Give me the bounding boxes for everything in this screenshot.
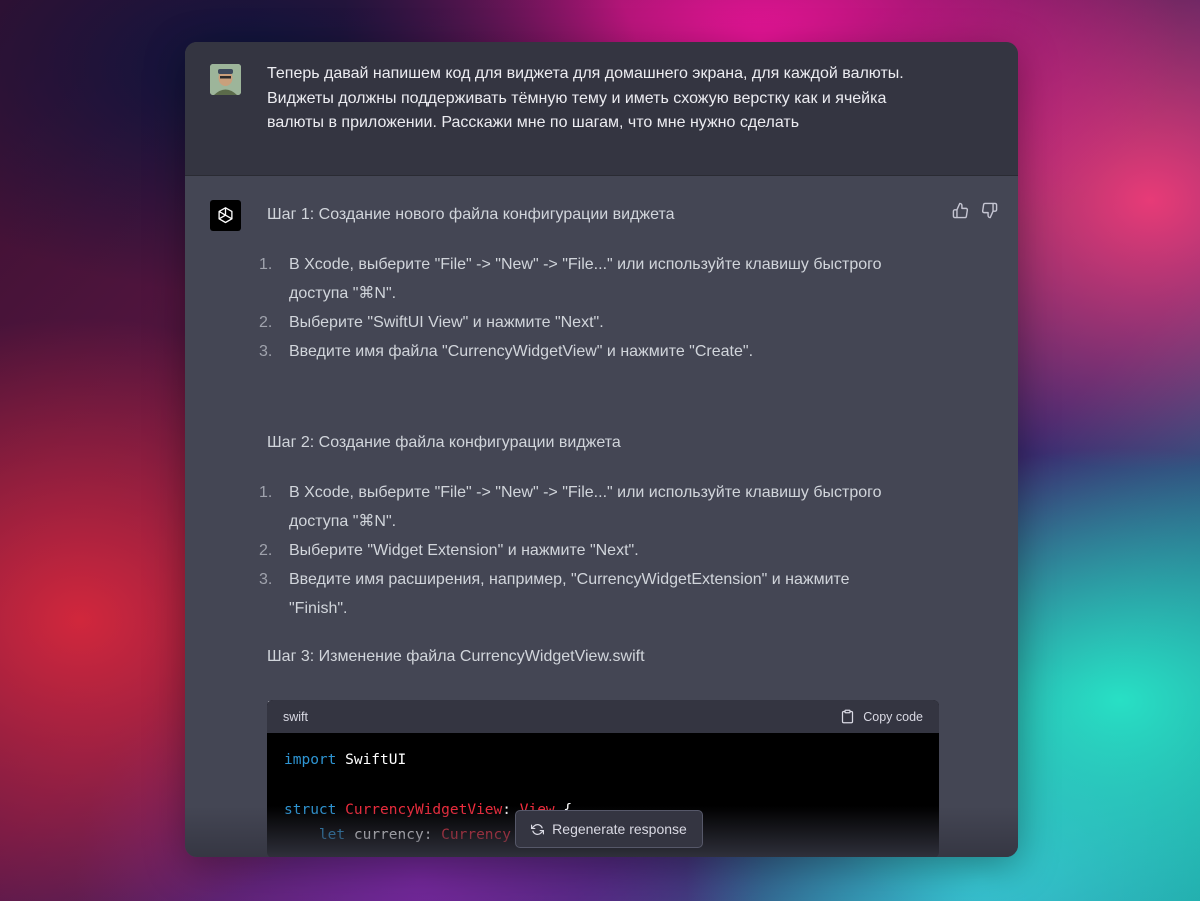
code-header: swift Copy code <box>267 700 939 733</box>
step-2-title: Шаг 2: Создание файла конфигурации видже… <box>267 434 621 451</box>
list-number: 1. <box>259 256 273 273</box>
thumbs-down-icon <box>981 202 998 219</box>
list-item-line: "Finish". <box>289 600 348 617</box>
code-language: swift <box>283 709 308 724</box>
thumbs-down-button[interactable] <box>981 202 998 219</box>
list-number: 1. <box>259 484 273 501</box>
step-1-title: Шаг 1: Создание нового файла конфигураци… <box>267 206 675 223</box>
regenerate-label: Regenerate response <box>552 821 687 837</box>
list-item-line: В Xcode, выберите "File" -> "New" -> "Fi… <box>289 256 882 273</box>
clipboard-icon <box>842 709 854 724</box>
list-item: 3. Введите имя расширения, например, "Cu… <box>255 565 935 623</box>
list-item: 2. Выберите "Widget Extension" и нажмите… <box>255 536 935 565</box>
code-token: import <box>284 752 337 768</box>
list-item: 1. В Xcode, выберите "File" -> "New" -> … <box>255 478 935 536</box>
list-number: 2. <box>259 542 273 559</box>
list-item-line: В Xcode, выберите "File" -> "New" -> "Fi… <box>289 484 882 501</box>
list-item-line: Выберите "Widget Extension" и нажмите "N… <box>289 542 639 559</box>
code-token: currency: <box>345 827 442 843</box>
user-message-text: Теперь давай напишем код для виджета для… <box>267 62 967 136</box>
code-token: CurrencyWidgetView <box>336 802 503 818</box>
list-item: 2. Выберите "SwiftUI View" и нажмите "Ne… <box>255 308 935 337</box>
list-item: 3. Введите имя файла "CurrencyWidgetView… <box>255 337 935 366</box>
step-2-list: 1. В Xcode, выберите "File" -> "New" -> … <box>255 478 935 623</box>
code-line: import SwiftUI <box>284 748 922 773</box>
step-1-list: 1. В Xcode, выберите "File" -> "New" -> … <box>255 250 935 366</box>
list-item-line: Выберите "SwiftUI View" и нажмите "Next"… <box>289 314 604 331</box>
openai-logo-icon <box>210 200 241 231</box>
code-token: Currency <box>441 827 511 843</box>
list-item: 1. В Xcode, выберите "File" -> "New" -> … <box>255 250 935 308</box>
user-message-line: Теперь давай напишем код для виджета для… <box>267 65 904 82</box>
assistant-message: Шаг 1: Создание нового файла конфигураци… <box>185 176 1018 857</box>
code-token: let <box>318 827 346 843</box>
refresh-icon <box>531 823 545 835</box>
list-number: 3. <box>259 571 273 588</box>
list-item-line: доступа "⌘N". <box>289 513 397 530</box>
thumbs-up-icon <box>952 202 969 219</box>
list-item-line: Введите имя расширения, например, "Curre… <box>289 571 850 588</box>
list-item-line: Введите имя файла "CurrencyWidgetView" и… <box>289 343 754 360</box>
regenerate-response-button[interactable]: Regenerate response <box>515 810 703 848</box>
list-number: 2. <box>259 314 273 331</box>
thumbs-up-button[interactable] <box>952 202 969 219</box>
list-item-line: доступа "⌘N". <box>289 285 397 302</box>
list-number: 3. <box>259 343 273 360</box>
user-message-line: Виджеты должны поддерживать тёмную тему … <box>267 89 887 107</box>
code-token: SwiftUI <box>336 752 407 768</box>
user-message: Теперь давай напишем код для виджета для… <box>185 42 1018 176</box>
user-avatar <box>210 64 241 95</box>
copy-code-button[interactable]: Copy code <box>840 709 923 724</box>
user-message-line: валюты в приложении. Расскажи мне по шаг… <box>267 114 800 131</box>
step-3-title: Шаг 3: Изменение файла CurrencyWidgetVie… <box>267 648 645 665</box>
copy-code-label: Copy code <box>863 709 923 724</box>
chat-window: Теперь давай напишем код для виджета для… <box>185 42 1018 857</box>
code-token: struct <box>284 802 337 818</box>
